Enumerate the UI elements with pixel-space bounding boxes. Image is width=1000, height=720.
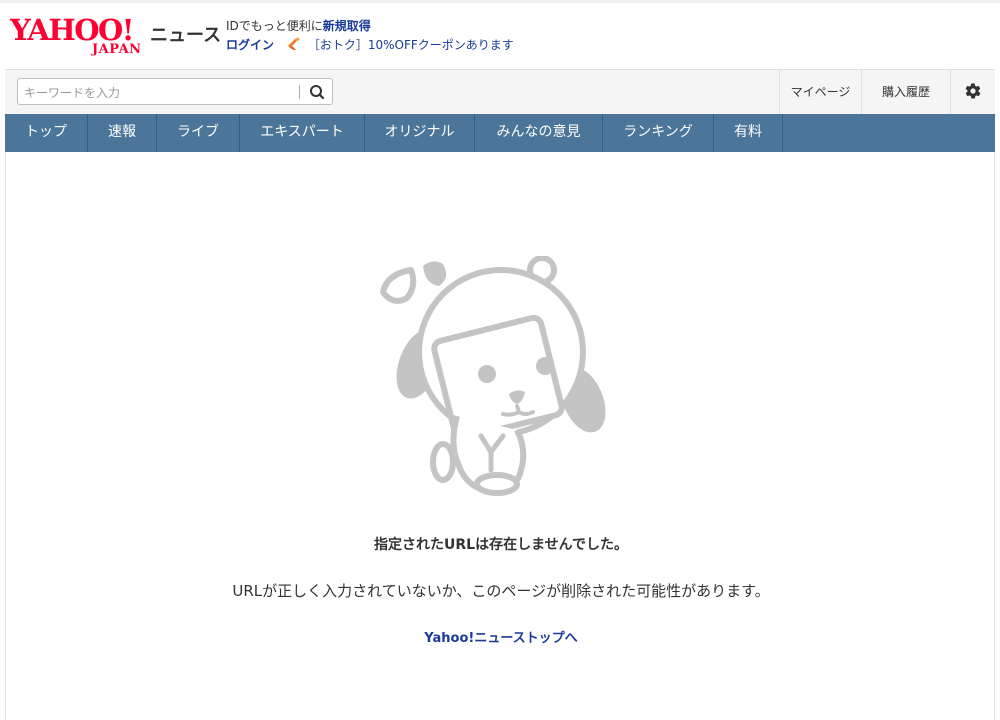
purchase-history-link[interactable]: 購入履歴 [861, 70, 950, 114]
signup-link[interactable]: 新規取得 [323, 19, 371, 33]
logo-sub-text: JAPAN [92, 42, 142, 57]
nav-item-top[interactable]: トップ [5, 114, 88, 152]
main-nav: トップ 速報 ライブ エキスパート オリジナル みんなの意見 ランキング 有料 [5, 114, 995, 152]
yahoo-japan-logo[interactable]: YAHOO! JAPAN [10, 15, 150, 57]
user-links: マイページ 購入履歴 [779, 70, 995, 114]
gear-icon [965, 83, 981, 99]
promo-text: IDでもっと便利に [226, 19, 323, 33]
mypage-link[interactable]: マイページ [779, 70, 861, 114]
search-button[interactable] [306, 82, 328, 102]
promo-area: IDでもっと便利に新規取得 ログイン ［おトク］10%OFFクーポンあります [226, 17, 514, 55]
nav-item-ranking[interactable]: ランキング [603, 114, 714, 152]
search-toolbar: マイページ 購入履歴 [5, 69, 995, 114]
nav-item-opinions[interactable]: みんなの意見 [475, 114, 603, 152]
back-to-news-top-link[interactable]: Yahoo!ニューストップへ [424, 631, 577, 646]
main-content: 指定されたURLは存在しませんでした。 URLが正しく入力されていないか、このペ… [5, 152, 995, 720]
search-box [17, 78, 333, 105]
promo-line-2: ログイン ［おトク］10%OFFクーポンあります [226, 36, 514, 55]
nav-item-paid[interactable]: 有料 [714, 114, 783, 152]
mascot-illustration [380, 256, 606, 496]
login-link[interactable]: ログイン [226, 38, 274, 52]
error-title: 指定されたURLは存在しませんでした。 [374, 537, 628, 553]
coupon-icon [286, 37, 302, 51]
nav-item-live[interactable]: ライブ [157, 114, 240, 152]
promo-line-1: IDでもっと便利に新規取得 [226, 17, 514, 36]
back-to-top-container: Yahoo!ニューストップへ [6, 627, 996, 646]
nav-item-expert[interactable]: エキスパート [240, 114, 365, 152]
service-name[interactable]: ニュース [150, 21, 221, 47]
coupon-link[interactable]: ［おトク］10%OFFクーポンあります [308, 38, 514, 52]
settings-button[interactable] [950, 70, 995, 114]
header: YAHOO! JAPAN ニュース IDでもっと便利に新規取得 ログイン ［おト… [0, 3, 1000, 69]
error-description: URLが正しく入力されていないか、このページが削除された可能性があります。 [232, 582, 770, 600]
search-icon [310, 85, 325, 100]
nav-item-breaking[interactable]: 速報 [88, 114, 157, 152]
search-divider [299, 85, 300, 99]
logo-main-text: YAHOO! [10, 13, 135, 47]
nav-item-original[interactable]: オリジナル [365, 114, 475, 152]
search-input[interactable] [22, 82, 298, 103]
